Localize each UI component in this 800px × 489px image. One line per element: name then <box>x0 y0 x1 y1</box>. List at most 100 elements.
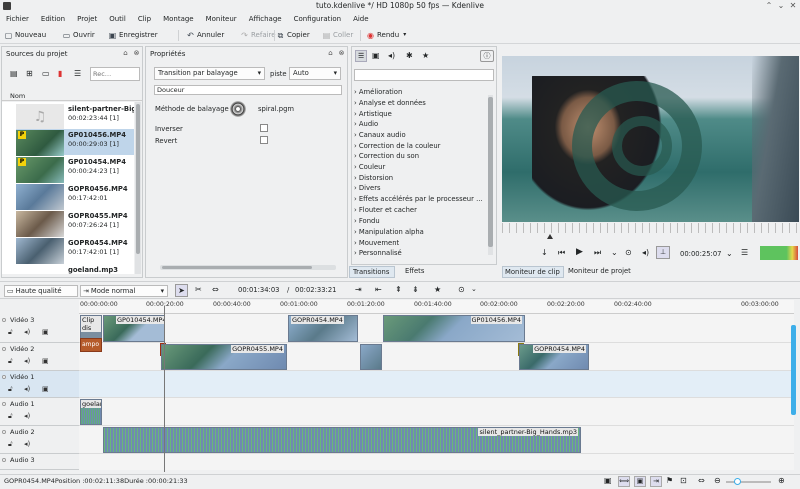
timeline-clip[interactable]: GOPR0454.MP4 <box>288 315 358 342</box>
effect-category[interactable]: › Correction de la couleur <box>354 142 440 150</box>
monitor-video[interactable] <box>502 56 799 222</box>
zoom-slider-handle[interactable] <box>734 478 741 485</box>
fit-zoom-icon[interactable]: ⇔ <box>698 476 705 485</box>
menu-aide[interactable]: Aide <box>347 12 374 25</box>
menu-moniteur[interactable]: Moniteur <box>200 12 243 25</box>
enregistrer-button[interactable]: ▣ Enregistrer <box>108 29 158 41</box>
menu-icon[interactable]: ☰ <box>74 69 81 78</box>
piste-select[interactable]: Auto ▾ <box>289 67 341 80</box>
monitor-playhead[interactable] <box>547 234 553 239</box>
add-effect-icon[interactable]: ⊙ <box>458 285 465 294</box>
timeline-clip[interactable]: GOPR0454.MP4 <box>519 344 589 370</box>
menu-configuration[interactable]: Configuration <box>288 12 347 25</box>
thumbnail-icon[interactable]: ▣ <box>634 476 646 487</box>
zoom-slider[interactable] <box>726 481 771 483</box>
scrollbar[interactable] <box>488 95 493 255</box>
effect-category[interactable]: › Distorsion <box>354 174 393 182</box>
add-clip-icon[interactable]: ⊞ <box>26 69 33 78</box>
effect-category[interactable]: › Audio <box>354 120 378 128</box>
list-item[interactable]: GOPR0454.MP4 00:17:42:01 [1] <box>16 237 134 264</box>
list-item[interactable]: ♫ silent-partner-Big_Han 00:02:23:44 [1] <box>16 103 134 130</box>
close-icon[interactable]: ⊗ <box>132 49 141 58</box>
softness-slider[interactable]: Douceur <box>154 85 342 95</box>
ouvrir-button[interactable]: ▭ Ouvrir <box>62 29 95 41</box>
volume-icon[interactable]: ◂) <box>642 248 649 257</box>
ripple-icon[interactable]: ⊡ <box>680 476 687 485</box>
effect-category[interactable]: › Mouvement <box>354 239 399 247</box>
lift-icon[interactable]: ⇟ <box>412 285 419 294</box>
lock-icon[interactable]: 🔓︎ <box>8 412 13 421</box>
chevron-down-icon[interactable]: ⌄ <box>726 249 733 258</box>
track-lane-audio3[interactable] <box>79 454 794 470</box>
mute-audio-icon[interactable]: ◂) <box>24 328 30 336</box>
track-header-audio2[interactable]: Audio 2 🔓︎ ◂) <box>0 426 79 454</box>
track-toggle[interactable] <box>2 402 6 406</box>
effect-category[interactable]: › Artistique <box>354 110 392 118</box>
track-lane-audio1[interactable] <box>79 398 794 426</box>
mute-audio-icon[interactable]: ◂) <box>24 412 30 420</box>
mute-audio-icon[interactable]: ◂) <box>24 440 30 448</box>
menu-edition[interactable]: Edition <box>35 12 71 25</box>
effect-category[interactable]: › Correction du son <box>354 152 419 160</box>
track-header-audio1[interactable]: Audio 1 🔓︎ ◂) <box>0 398 79 426</box>
spacer-tool-icon[interactable]: ⇔ <box>212 285 219 294</box>
annuler-button[interactable]: ↶ Annuler <box>186 29 224 41</box>
menu-clip[interactable]: Clip <box>132 12 157 25</box>
previous-frame-icon[interactable]: ⏮ <box>558 248 565 258</box>
play-icon[interactable]: ▶ <box>576 247 583 257</box>
effect-category[interactable]: › Couleur <box>354 163 385 171</box>
snap-icon[interactable]: ⟺ <box>618 476 630 487</box>
effect-category[interactable]: › Manipulation alpha <box>354 228 424 236</box>
tab-project-monitor[interactable]: Moniteur de projet <box>566 266 636 278</box>
custom-effects-icon[interactable]: ✱ <box>406 51 413 60</box>
track-toggle[interactable] <box>2 430 6 434</box>
monitor-timecode[interactable]: 00:00:25:07 <box>680 250 721 258</box>
next-frame-icon[interactable]: ⏭ <box>594 248 601 258</box>
hide-video-icon[interactable]: ▣ <box>42 385 49 393</box>
folder-icon[interactable]: ▭ <box>42 69 50 78</box>
menu-fichier[interactable]: Fichier <box>0 12 35 25</box>
horizontal-scrollbar[interactable] <box>160 265 336 270</box>
refaire-button[interactable]: ↷ Refaire <box>240 29 275 41</box>
audio-clip[interactable]: silent_partner-Big_Hands.mp3 <box>103 427 581 453</box>
timeline-clip[interactable]: GP010454.MP4 <box>103 315 165 342</box>
mute-audio-icon[interactable]: ◂) <box>24 357 30 365</box>
hide-video-icon[interactable]: ▣ <box>42 357 49 365</box>
timeline-clip[interactable]: GOPR0455.MP4 <box>161 344 287 370</box>
timeline-scrollbar[interactable] <box>791 325 796 415</box>
track-toggle[interactable] <box>2 375 6 379</box>
method-value[interactable]: spiral.pgm <box>258 105 294 113</box>
menu-outil[interactable]: Outil <box>103 12 132 25</box>
insert-icon[interactable]: ⇥ <box>355 285 362 294</box>
monitor-ruler[interactable] <box>502 223 799 233</box>
timeline-clip[interactable] <box>360 344 382 370</box>
mode-select[interactable]: ⇥ Mode normal ▾ <box>80 285 168 297</box>
extract-icon[interactable]: ⇞ <box>395 285 402 294</box>
save-icon[interactable]: ▣ <box>604 476 612 485</box>
inverser-checkbox[interactable] <box>260 124 268 132</box>
rendu-button[interactable]: ◉ Rendu ▾ <box>366 29 406 41</box>
revert-checkbox[interactable] <box>260 136 268 144</box>
timeline-position[interactable]: 00:01:34:03 <box>238 286 279 294</box>
menu-affichage[interactable]: Affichage <box>243 12 288 25</box>
list-item[interactable]: goeland.mp3 <box>16 264 134 274</box>
float-icon[interactable]: ⌂ <box>326 49 335 58</box>
view-mode-icon[interactable]: ▤ <box>10 69 18 78</box>
track-toggle[interactable] <box>2 347 6 351</box>
chevron-down-icon[interactable]: ⌄ <box>471 285 477 293</box>
nouveau-button[interactable]: ▢ Nouveau <box>4 29 46 41</box>
copier-button[interactable]: ⧉ Copier <box>276 29 310 41</box>
list-item[interactable]: P GP010456.MP4 00:00:29:03 [1] <box>16 129 134 156</box>
track-header-video1[interactable]: Vidéo 1 🔓︎ ◂) ▣ <box>0 371 79 398</box>
waveform-icon[interactable]: ⇥ <box>650 476 662 487</box>
transition-select[interactable]: Transition par balayage ▾ <box>154 67 265 80</box>
track-toggle[interactable] <box>2 318 6 322</box>
lock-icon[interactable]: 🔓︎ <box>8 328 13 337</box>
tab-effets[interactable]: Effets <box>397 266 433 278</box>
transition-clip[interactable]: ampo <box>80 338 102 352</box>
effect-category[interactable]: › Divers <box>354 184 381 192</box>
effect-category[interactable]: › Amélioration <box>354 88 402 96</box>
list-item[interactable]: GOPR0455.MP4 00:07:26:24 [1] <box>16 210 134 237</box>
tab-transitions[interactable]: Transitions <box>349 266 395 278</box>
effect-category[interactable]: › Canaux audio <box>354 131 406 139</box>
